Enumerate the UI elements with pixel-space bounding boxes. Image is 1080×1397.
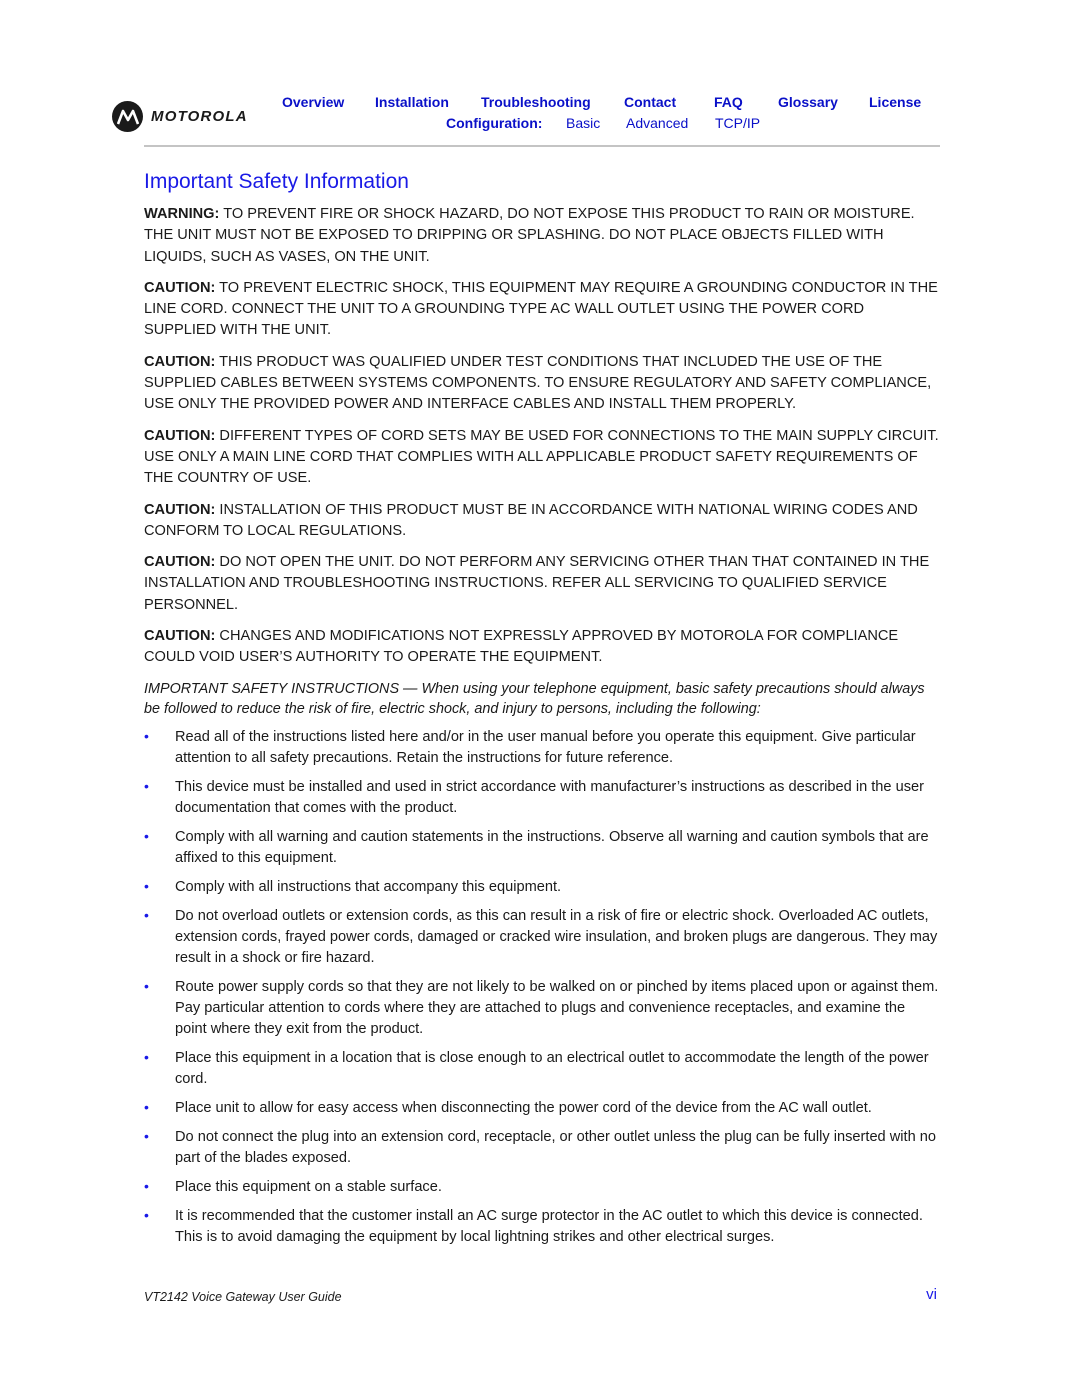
paragraph-text: THIS PRODUCT WAS QUALIFIED UNDER TEST CO… bbox=[144, 353, 932, 413]
caution-paragraph: CAUTION: DIFFERENT TYPES OF CORD SETS MA… bbox=[144, 426, 939, 490]
list-item: • This device must be installed and used … bbox=[144, 777, 939, 819]
list-item: • Place this equipment in a location that… bbox=[144, 1048, 939, 1090]
caution-paragraph: CAUTION: TO PREVENT ELECTRIC SHOCK, THIS… bbox=[144, 278, 939, 342]
caution-paragraph: CAUTION: THIS PRODUCT WAS QUALIFIED UNDE… bbox=[144, 352, 939, 416]
paragraph-label: CAUTION: bbox=[144, 501, 216, 518]
paragraph-text: CHANGES AND MODIFICATIONS NOT EXPRESSLY … bbox=[144, 628, 899, 666]
list-item-text: Do not overload outlets or extension cor… bbox=[175, 907, 938, 966]
nav-config-advanced[interactable]: Advanced bbox=[626, 115, 688, 131]
list-item-text: Read all of the instructions listed here… bbox=[175, 728, 916, 766]
bullet-icon: • bbox=[144, 1177, 149, 1194]
bullet-icon: • bbox=[144, 1127, 149, 1144]
bullet-icon: • bbox=[144, 777, 149, 794]
list-item-text: Route power supply cords so that they ar… bbox=[175, 978, 939, 1037]
bullet-icon: • bbox=[144, 1206, 149, 1223]
list-item: • Comply with all warning and caution sta… bbox=[144, 827, 939, 869]
warnings-list: WARNING: TO PREVENT FIRE OR SHOCK HAZARD… bbox=[144, 204, 939, 669]
motorola-batwing-icon bbox=[112, 101, 143, 132]
paragraph-label: CAUTION: bbox=[144, 554, 216, 571]
bullet-icon: • bbox=[144, 727, 149, 744]
list-item: • Read all of the instructions listed her… bbox=[144, 727, 939, 769]
list-item-text: Do not connect the plug into an extensio… bbox=[175, 1128, 936, 1166]
list-item-text: Place this equipment on a stable surface… bbox=[175, 1178, 442, 1195]
nav-glossary[interactable]: Glossary bbox=[778, 94, 838, 110]
paragraph-label: CAUTION: bbox=[144, 628, 216, 645]
safety-content: WARNING: TO PREVENT FIRE OR SHOCK HAZARD… bbox=[144, 204, 939, 1256]
list-item-text: Place unit to allow for easy access when… bbox=[175, 1099, 872, 1116]
bullet-icon: • bbox=[144, 977, 149, 994]
list-item: • Do not overload outlets or extension co… bbox=[144, 906, 939, 969]
paragraph-label: CAUTION: bbox=[144, 279, 216, 296]
bullet-icon: • bbox=[144, 906, 149, 923]
nav-license[interactable]: License bbox=[869, 94, 921, 110]
page-number: vi bbox=[926, 1286, 937, 1303]
list-item-text: It is recommended that the customer inst… bbox=[175, 1207, 923, 1245]
paragraph-text: DO NOT OPEN THE UNIT. DO NOT PERFORM ANY… bbox=[144, 554, 930, 613]
nav-faq[interactable]: FAQ bbox=[714, 94, 743, 110]
list-item: • Place unit to allow for easy access whe… bbox=[144, 1098, 939, 1119]
configuration-label: Configuration: bbox=[446, 115, 543, 131]
list-item: • It is recommended that the customer ins… bbox=[144, 1206, 939, 1248]
paragraph-text: TO PREVENT FIRE OR SHOCK HAZARD, DO NOT … bbox=[144, 206, 915, 265]
paragraph-label: CAUTION: bbox=[144, 427, 216, 444]
nav-troubleshooting[interactable]: Troubleshooting bbox=[481, 94, 591, 110]
footer-doc-title: VT2142 Voice Gateway User Guide bbox=[144, 1290, 342, 1304]
caution-paragraph: CAUTION: INSTALLATION OF THIS PRODUCT MU… bbox=[144, 500, 939, 543]
nav-installation[interactable]: Installation bbox=[375, 94, 449, 110]
paragraph-text: TO PREVENT ELECTRIC SHOCK, THIS EQUIPMEN… bbox=[144, 279, 938, 339]
list-item-text: Comply with all warning and caution stat… bbox=[175, 828, 929, 866]
list-item-text: Comply with all instructions that accomp… bbox=[175, 878, 562, 895]
paragraph-text: DIFFERENT TYPES OF CORD SETS MAY BE USED… bbox=[144, 427, 939, 487]
list-item-text: Place this equipment in a location that … bbox=[175, 1049, 929, 1087]
list-item: • Place this equipment on a stable surfac… bbox=[144, 1177, 939, 1198]
nav-overview[interactable]: Overview bbox=[282, 94, 344, 110]
bullet-icon: • bbox=[144, 1048, 149, 1065]
bullet-icon: • bbox=[144, 1098, 149, 1115]
caution-paragraph: CAUTION: DO NOT OPEN THE UNIT. DO NOT PE… bbox=[144, 552, 939, 616]
nav-config-tcpip[interactable]: TCP/IP bbox=[715, 115, 760, 131]
caution-paragraph: CAUTION: CHANGES AND MODIFICATIONS NOT E… bbox=[144, 626, 939, 669]
nav-contact[interactable]: Contact bbox=[624, 94, 676, 110]
warning-paragraph: WARNING: TO PREVENT FIRE OR SHOCK HAZARD… bbox=[144, 204, 939, 268]
bullet-icon: • bbox=[144, 827, 149, 844]
list-item: • Do not connect the plug into an extensi… bbox=[144, 1127, 939, 1169]
paragraph-label: CAUTION: bbox=[144, 353, 216, 370]
header-divider bbox=[144, 145, 940, 147]
paragraph-text: INSTALLATION OF THIS PRODUCT MUST BE IN … bbox=[144, 501, 918, 539]
nav-config-basic[interactable]: Basic bbox=[566, 115, 600, 131]
bullet-icon: • bbox=[144, 877, 149, 894]
paragraph-label: WARNING: bbox=[144, 206, 220, 222]
page-title: Important Safety Information bbox=[144, 170, 409, 193]
instructions-intro: IMPORTANT SAFETY INSTRUCTIONS — When usi… bbox=[144, 680, 925, 717]
list-item: • Comply with all instructions that accom… bbox=[144, 877, 939, 898]
instructions-list: • Read all of the instructions listed her… bbox=[144, 727, 939, 1248]
list-item-text: This device must be installed and used i… bbox=[175, 778, 924, 816]
brand-name: MOTOROLA bbox=[151, 108, 248, 125]
list-item: • Route power supply cords so that they a… bbox=[144, 977, 939, 1040]
motorola-logo: MOTOROLA bbox=[112, 101, 248, 132]
